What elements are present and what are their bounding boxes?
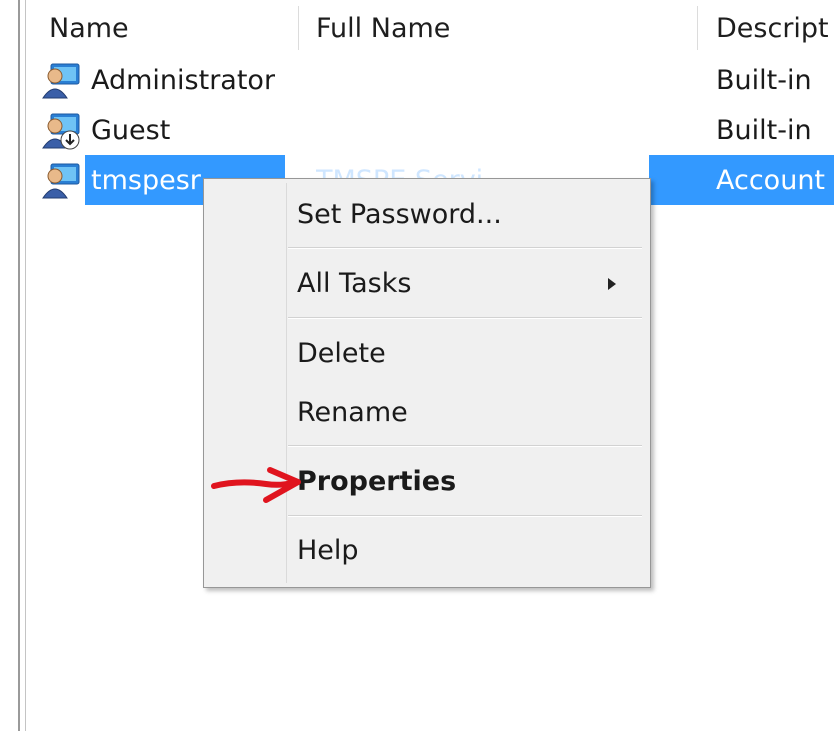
menu-item-set-password[interactable]: Set Password... <box>204 187 650 243</box>
user-description: Built-in <box>716 115 812 146</box>
menu-item-label: Delete <box>297 338 386 369</box>
user-name: Guest <box>91 115 171 146</box>
menu-item-label: All Tasks <box>297 268 412 299</box>
user-name: Administrator <box>91 65 276 96</box>
menu-item-label: Help <box>297 535 359 566</box>
submenu-arrow-icon <box>608 278 616 290</box>
menu-item-rename[interactable]: Rename <box>204 385 650 441</box>
menu-item-delete[interactable]: Delete <box>204 326 650 382</box>
user-admin-icon <box>42 63 80 99</box>
menu-separator <box>288 317 642 319</box>
table-row[interactable]: Administrator Built-in <box>33 55 834 105</box>
column-header-description[interactable]: Descript <box>716 0 829 54</box>
table-row[interactable]: Guest Built-in <box>33 105 834 155</box>
list-header: Name Full Name Descript <box>33 0 834 54</box>
left-frame-line-inner <box>25 0 26 731</box>
menu-item-all-tasks[interactable]: All Tasks <box>204 256 650 312</box>
menu-item-label: Rename <box>297 397 408 428</box>
context-menu: Set Password... All Tasks Delete Rename … <box>203 178 651 588</box>
column-header-name[interactable]: Name <box>49 0 129 54</box>
user-guest-icon <box>42 113 80 150</box>
left-frame-line <box>18 0 20 731</box>
column-header-full-name[interactable]: Full Name <box>316 0 450 54</box>
menu-item-help[interactable]: Help <box>204 523 650 579</box>
menu-separator <box>288 247 642 249</box>
menu-item-label: Set Password... <box>297 199 502 230</box>
annotation-arrow-icon <box>211 467 301 503</box>
column-separator[interactable] <box>697 6 698 50</box>
user-icon <box>42 163 80 199</box>
user-description: Account <box>716 165 826 196</box>
menu-separator <box>288 445 642 447</box>
menu-separator <box>288 515 642 517</box>
menu-item-label: Properties <box>297 466 457 497</box>
column-separator[interactable] <box>298 6 299 50</box>
user-description: Built-in <box>716 65 812 96</box>
